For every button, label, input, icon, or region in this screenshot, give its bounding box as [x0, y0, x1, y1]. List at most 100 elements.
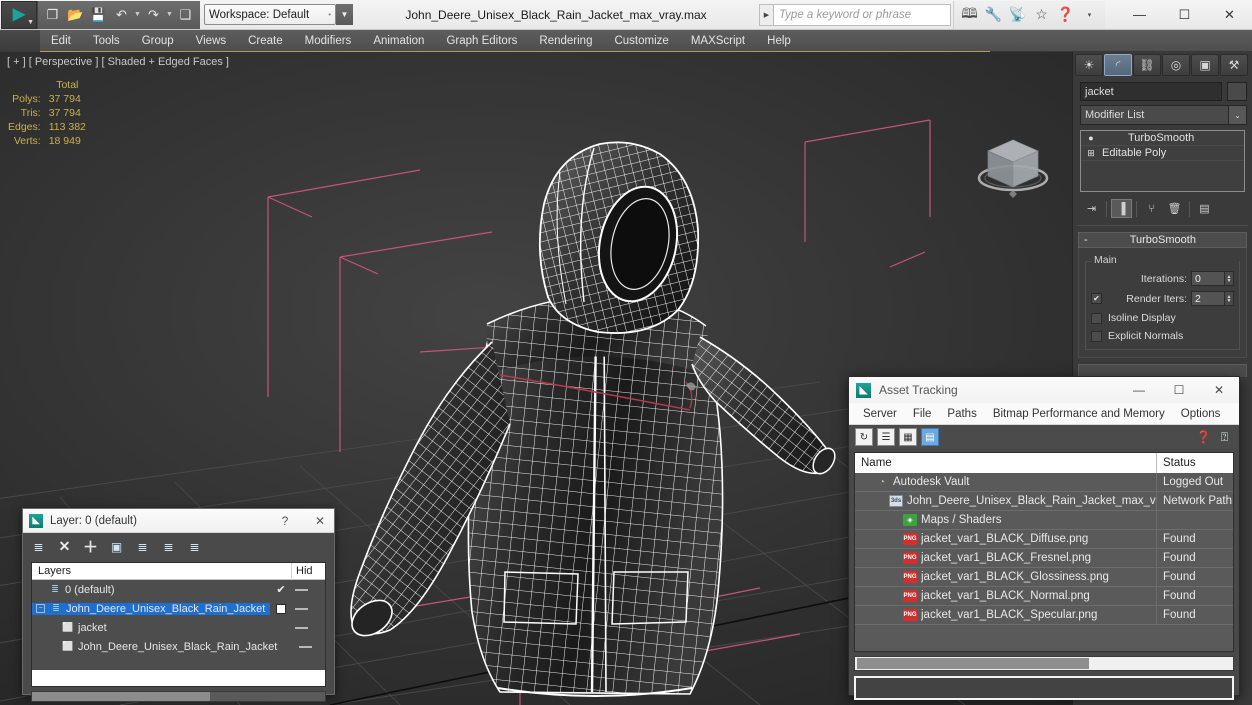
- search-input[interactable]: Type a keyword or phrase: [773, 3, 951, 26]
- menu-customize[interactable]: Customize: [603, 30, 679, 52]
- menu-tools[interactable]: Tools: [82, 30, 131, 52]
- menu-rendering[interactable]: Rendering: [528, 30, 603, 52]
- asset-row[interactable]: ◈ Maps / Shaders: [855, 510, 1233, 530]
- asset-tracking-window[interactable]: ◣ Asset Tracking — ☐ ✕ Server File Paths Bitm…: [848, 376, 1240, 700]
- layer-freeze-cell[interactable]: [292, 607, 325, 610]
- iterations-spinner-arrows[interactable]: ▲ ▼: [1225, 271, 1234, 286]
- at-menu-paths[interactable]: Paths: [939, 403, 984, 425]
- object-name-field[interactable]: jacket: [1080, 82, 1222, 101]
- layer-freeze-cell[interactable]: [296, 645, 325, 648]
- iterations-value[interactable]: 0: [1191, 271, 1225, 286]
- help-icon[interactable]: ❓: [1054, 3, 1077, 26]
- viewport-label[interactable]: [ + ] [ Perspective ] [ Shaded + Edged F…: [7, 56, 229, 68]
- asset-row[interactable]: PNG jacket_var1_BLACK_Diffuse.png Found: [855, 529, 1233, 549]
- new-file-icon[interactable]: ❐: [42, 4, 63, 25]
- make-unique-icon[interactable]: ⑂: [1141, 199, 1162, 218]
- menu-edit[interactable]: Edit: [40, 30, 82, 52]
- select-objects-in-layer-icon[interactable]: ▣: [108, 538, 125, 555]
- modifier-stack[interactable]: ● TurboSmooth ⊞ Editable Poly: [1080, 130, 1245, 192]
- pin-stack-icon[interactable]: ⇥: [1081, 199, 1102, 218]
- render-iters-spinner-arrows[interactable]: ▲ ▼: [1225, 291, 1234, 306]
- at-menu-options[interactable]: Options: [1173, 403, 1229, 425]
- modifier-stack-item[interactable]: ⊞ Editable Poly: [1081, 146, 1244, 161]
- explicit-normals-row[interactable]: Explicit Normals: [1091, 330, 1234, 342]
- asset-row-name-cell[interactable]: PNG jacket_var1_BLACK_Specular.png: [855, 605, 1157, 625]
- asset-row-name-cell[interactable]: PNG jacket_var1_BLACK_Glossiness.png: [855, 567, 1157, 587]
- render-iters-checkbox[interactable]: ✔: [1091, 293, 1102, 304]
- isoline-display-checkbox[interactable]: [1091, 312, 1102, 324]
- render-iters-value[interactable]: 2: [1191, 291, 1225, 306]
- explicit-normals-checkbox[interactable]: [1091, 330, 1102, 342]
- max-application-button[interactable]: ▶ ▼: [1, 0, 37, 29]
- layer-dialog-close-button[interactable]: ✕: [306, 509, 334, 533]
- asset-row-name-cell[interactable]: PNG jacket_var1_BLACK_Normal.png: [855, 586, 1157, 606]
- rollout-collapse-icon[interactable]: -: [1084, 234, 1088, 246]
- menu-maxscript[interactable]: MAXScript: [680, 30, 756, 52]
- layer-list-scrollbar[interactable]: [31, 691, 326, 702]
- asset-col-name[interactable]: Name: [855, 453, 1157, 473]
- isoline-display-row[interactable]: Isoline Display: [1091, 312, 1234, 324]
- chevron-down-icon[interactable]: ⌄: [1229, 105, 1247, 125]
- layer-row[interactable]: ⬜ John_Deere_Unisex_Black_Rain_Jacket: [32, 637, 325, 656]
- layer-row-name-cell[interactable]: ⬜ John_Deere_Unisex_Black_Rain_Jacket: [32, 641, 277, 653]
- modifier-stack-item[interactable]: ● TurboSmooth: [1081, 131, 1244, 146]
- at-maximize-button[interactable]: ☐: [1159, 377, 1199, 403]
- asset-row[interactable]: PNG jacket_var1_BLACK_Normal.png Found: [855, 586, 1233, 606]
- asset-row[interactable]: PNG jacket_var1_BLACK_Specular.png Found: [855, 605, 1233, 625]
- select-highlighted-objects-icon[interactable]: ≣: [134, 538, 151, 555]
- context-help-icon[interactable]: ⍰: [1216, 429, 1233, 446]
- render-iters-stepper[interactable]: 2 ▲ ▼: [1191, 291, 1234, 306]
- layer-hide-checkbox[interactable]: [276, 603, 286, 614]
- layer-row[interactable]: ⬜ jacket: [32, 618, 325, 637]
- thumbnail-view-icon[interactable]: ▦: [899, 428, 917, 446]
- redo-icon[interactable]: ↷: [143, 4, 164, 25]
- binoculars-icon[interactable]: 🕮: [958, 3, 981, 26]
- satellite-dish-icon[interactable]: 📡: [1006, 3, 1029, 26]
- view-cube[interactable]: [972, 130, 1054, 202]
- hierarchy-tab[interactable]: ⛓: [1133, 54, 1161, 76]
- project-folder-icon[interactable]: ❑: [175, 4, 196, 25]
- workspace-dropdown-icon[interactable]: ▼: [336, 4, 353, 25]
- delete-layer-icon[interactable]: ✕: [56, 538, 73, 555]
- asset-scrollbar-thumb[interactable]: [857, 658, 1089, 669]
- menu-graph-editors[interactable]: Graph Editors: [435, 30, 528, 52]
- open-file-icon[interactable]: 📂: [65, 4, 86, 25]
- iterations-stepper[interactable]: 0 ▲ ▼: [1191, 271, 1234, 286]
- close-button[interactable]: ✕: [1207, 0, 1252, 30]
- workspace-selector[interactable]: Workspace: Default •: [204, 4, 336, 25]
- layer-freeze-cell[interactable]: [292, 588, 325, 591]
- layer-row-name-cell[interactable]: − ≣ John_Deere_Unisex_Black_Rain_Jacket: [32, 602, 270, 615]
- undo-dropdown-icon[interactable]: ▼: [134, 11, 141, 18]
- maximize-button[interactable]: ☐: [1162, 0, 1207, 30]
- display-tab[interactable]: ▣: [1191, 54, 1219, 76]
- modify-tab[interactable]: ◜: [1104, 54, 1132, 76]
- layer-freeze-cell[interactable]: [292, 626, 325, 629]
- modifier-list-dropdown[interactable]: Modifier List: [1080, 105, 1229, 125]
- layer-scrollbar-thumb[interactable]: [32, 692, 210, 701]
- layer-row[interactable]: − ≣ John_Deere_Unisex_Black_Rain_Jacket: [32, 599, 325, 618]
- asset-col-status[interactable]: Status: [1157, 453, 1233, 473]
- asset-row-name-cell[interactable]: ◔ Autodesk Vault: [855, 472, 1157, 492]
- turbosmooth-rollout-header[interactable]: - TurboSmooth: [1078, 232, 1247, 248]
- search-expand-icon[interactable]: ▶: [759, 3, 773, 26]
- create-tab[interactable]: ☀: [1075, 54, 1103, 76]
- app-menu-dropdown-icon[interactable]: ▼: [27, 19, 34, 26]
- add-selection-to-layer-icon[interactable]: ≣: [160, 538, 177, 555]
- plus-box-icon[interactable]: ⊞: [1085, 147, 1097, 159]
- asset-row-name-cell[interactable]: PNG jacket_var1_BLACK_Diffuse.png: [855, 529, 1157, 549]
- menu-modifiers[interactable]: Modifiers: [294, 30, 363, 52]
- help-dropdown-icon[interactable]: ▾: [1078, 3, 1101, 26]
- layer-dialog-help-button[interactable]: ?: [271, 509, 299, 533]
- motion-tab[interactable]: ◎: [1162, 54, 1190, 76]
- asset-list[interactable]: Name Status ◔ Autodesk Vault Logged Out 3ds…: [854, 452, 1234, 652]
- grid-view-icon[interactable]: ▤: [921, 428, 939, 446]
- list-view-icon[interactable]: ☰: [877, 428, 895, 446]
- asset-row[interactable]: PNG jacket_var1_BLACK_Glossiness.png Found: [855, 567, 1233, 587]
- star-icon[interactable]: ☆: [1030, 3, 1053, 26]
- layer-hide-cell[interactable]: ✔: [270, 583, 292, 596]
- new-layer-icon[interactable]: ≣: [30, 538, 47, 555]
- menu-create[interactable]: Create: [237, 30, 294, 52]
- utilities-tab[interactable]: ⚒: [1220, 54, 1248, 76]
- menu-help[interactable]: Help: [756, 30, 802, 52]
- wrench-icon[interactable]: 🔧: [982, 3, 1005, 26]
